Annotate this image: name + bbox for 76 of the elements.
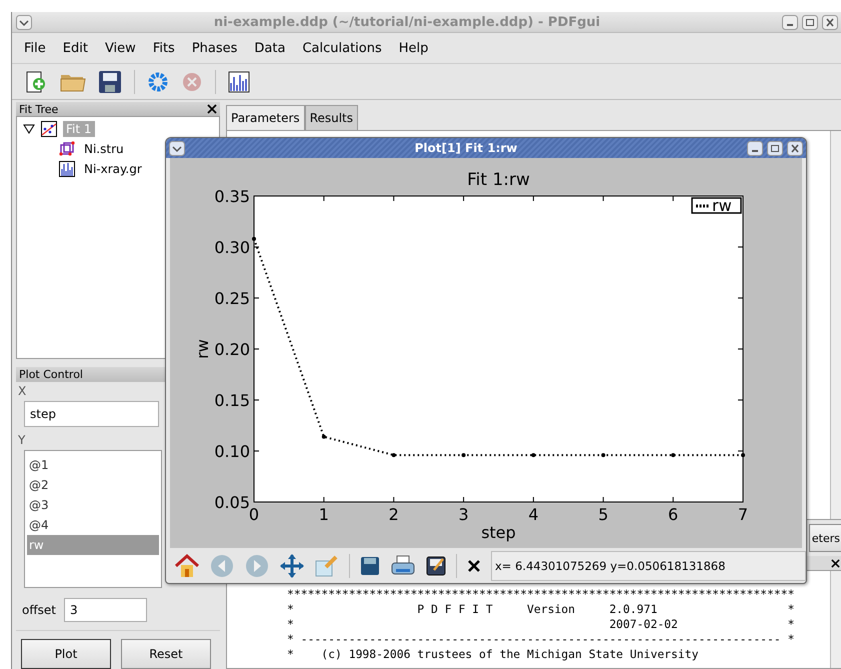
chart-title: Fit 1:rw (467, 170, 530, 190)
chart-icon (59, 161, 75, 178)
offset-field[interactable]: 3 (64, 598, 147, 622)
move-arrows-icon[interactable] (279, 552, 305, 578)
window-title: Plot[1] Fit 1:rw (414, 141, 518, 155)
tab[interactable]: Results (304, 105, 358, 130)
output-line: * (c) 1998-2006 trustees of the Michigan State University (287, 647, 700, 662)
x-tick-label: 4 (528, 505, 539, 524)
output-line: * ---------------------------------------------------------------------- * (287, 632, 796, 647)
window-menu-icon[interactable] (16, 14, 32, 30)
legend-label: rw (712, 196, 732, 215)
minimize-icon[interactable] (782, 14, 798, 30)
menu-item[interactable]: Calculations (302, 40, 382, 56)
x-tick-label: 2 (388, 505, 399, 524)
x-tick-label: 3 (458, 505, 469, 524)
menu-item[interactable]: View (104, 40, 136, 56)
menu-item[interactable]: Phases (192, 40, 238, 56)
menu-item[interactable]: File (24, 40, 46, 56)
fit-icon (41, 121, 57, 138)
panel-title: Plot Control (19, 368, 83, 381)
offset-label: offset (22, 603, 56, 617)
list-item[interactable]: @1 (27, 455, 159, 475)
list-item[interactable]: @4 (27, 515, 159, 535)
tab[interactable]: Parameters (226, 105, 305, 130)
close-icon[interactable] (466, 558, 482, 574)
x-tick-label: 5 (598, 505, 608, 524)
y-axis-label: rw (193, 339, 212, 359)
maximize-icon[interactable] (767, 140, 783, 156)
maximize-icon[interactable] (802, 14, 818, 30)
menu-item[interactable]: Edit (62, 40, 88, 56)
expander-icon[interactable] (23, 124, 35, 134)
list-item[interactable]: @3 (27, 495, 159, 515)
window-title: ni-example.ddp (~/tutorial/ni-example.ddp) - PDFgui (212, 14, 602, 30)
y-tick-label: 0.15 (214, 391, 250, 410)
x-tick-label: 7 (738, 505, 748, 524)
crystal-icon (59, 141, 75, 158)
x-field[interactable]: step (24, 401, 159, 427)
x-axis-label: step (481, 523, 516, 542)
panel-title: Fit Tree (19, 102, 58, 116)
reset-button[interactable]: Reset (121, 639, 211, 669)
y-tick-label: 0.35 (214, 187, 250, 206)
x-tick-label: 0 (248, 505, 260, 524)
y-tick-label: 0.10 (214, 442, 250, 461)
coordinates-readout: x= 6.44301075269 y=0.050618131868 (491, 550, 806, 580)
chart-icon[interactable] (228, 70, 250, 92)
output-line: * 2007-02-02 * (287, 617, 796, 632)
parameters-button[interactable]: eters (808, 524, 841, 552)
x-tick-label: 1 (318, 505, 329, 524)
list-item[interactable]: @2 (27, 475, 159, 495)
home-icon[interactable] (174, 552, 200, 578)
close-icon[interactable] (822, 14, 838, 30)
group-label: X (18, 384, 28, 398)
y-tick-label: 0.20 (214, 340, 250, 359)
close-icon[interactable] (787, 140, 803, 156)
window-menu-icon[interactable] (169, 140, 185, 156)
group-label: Y (18, 433, 26, 447)
printer-icon[interactable] (390, 554, 416, 578)
tree-item[interactable]: Ni.stru (81, 141, 127, 158)
y-tick-label: 0.25 (214, 289, 250, 308)
minimize-icon[interactable] (747, 140, 763, 156)
tree-item[interactable]: Ni-xray.gr (81, 161, 145, 178)
floppy-pencil-icon[interactable] (425, 554, 447, 576)
output-line: ************************************************************************** (287, 587, 796, 602)
menu-item[interactable]: Help (398, 40, 428, 56)
menu-item[interactable]: Data (254, 40, 286, 56)
y-tick-label: 0.30 (214, 238, 250, 257)
new-file-icon[interactable] (24, 70, 48, 94)
legend: rw (691, 196, 742, 215)
x-tick-label: 6 (668, 505, 678, 524)
close-icon[interactable] (207, 104, 217, 114)
menu-item[interactable]: Fits (152, 40, 175, 56)
output-line: * P D F F I T Version 2.0.971 * (287, 602, 796, 617)
y-tick-label: 0.05 (214, 493, 250, 512)
close-icon[interactable] (831, 558, 840, 568)
plot-button[interactable]: Plot (21, 639, 111, 669)
gear-icon[interactable] (147, 70, 169, 92)
